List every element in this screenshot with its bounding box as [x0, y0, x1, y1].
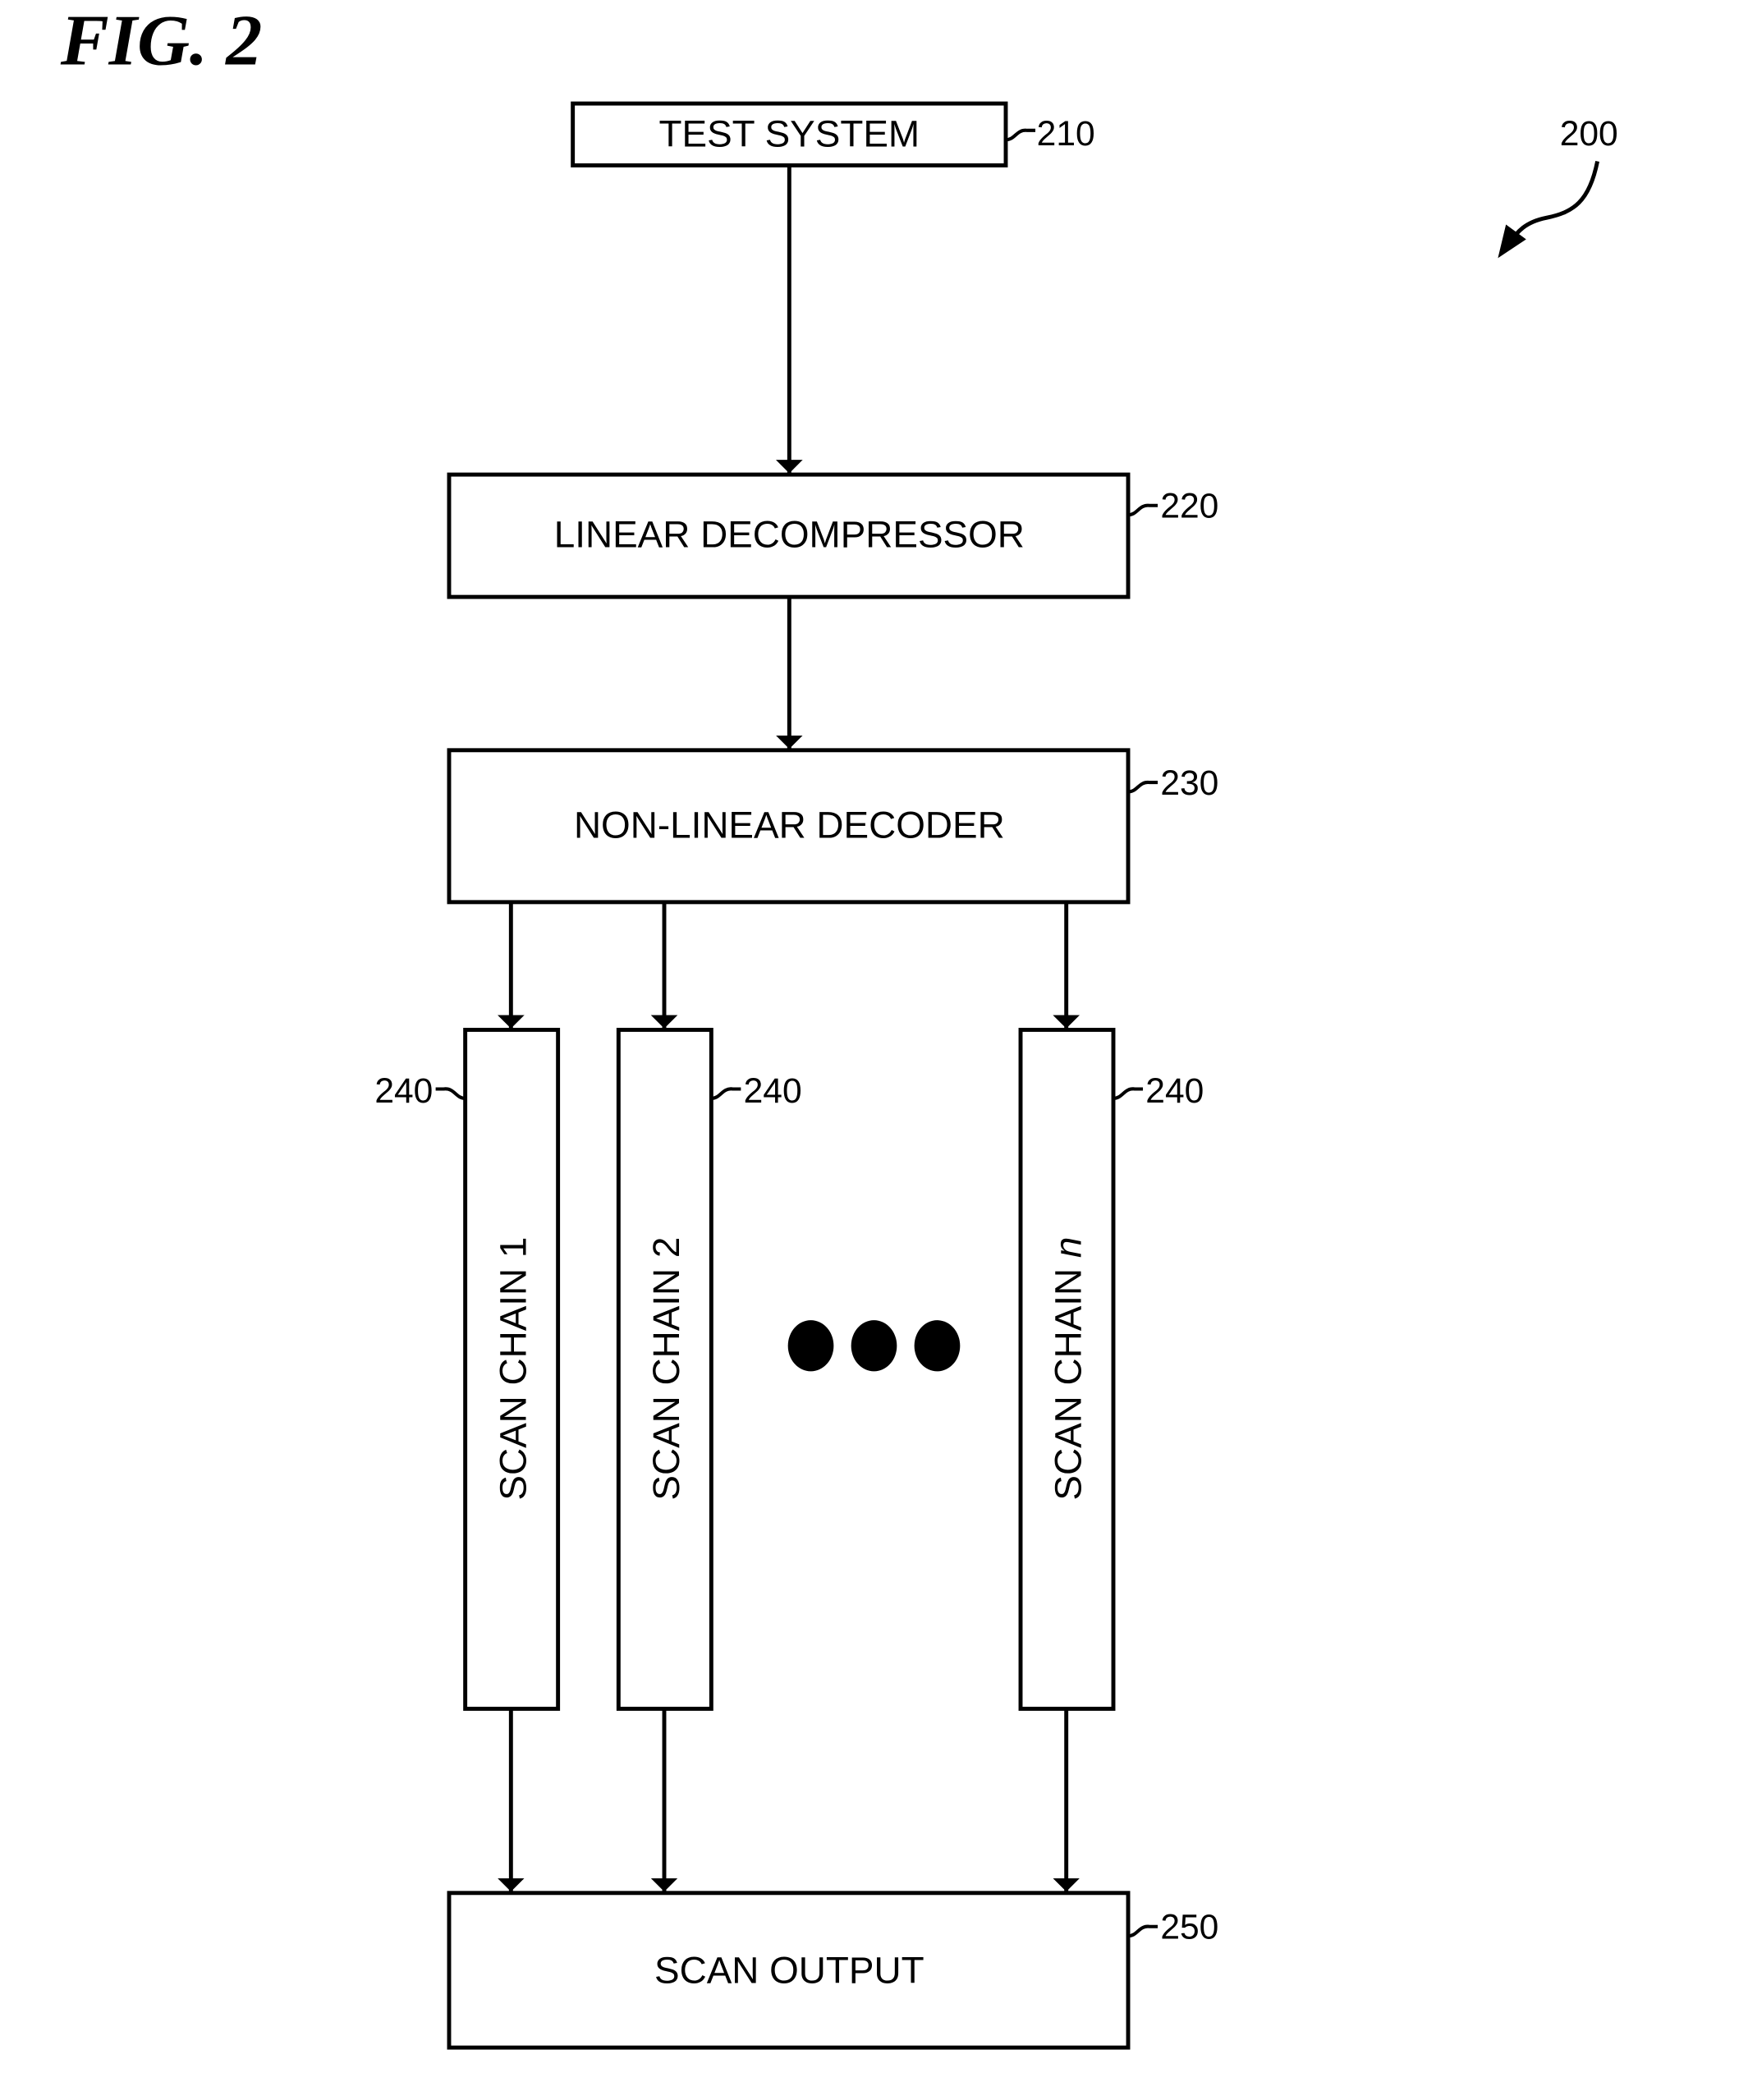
scan-chain-n-label-index: n	[1047, 1237, 1090, 1258]
figure-ref-label: 200	[1560, 114, 1618, 154]
test-system-label: TEST SYSTEM	[659, 112, 920, 155]
figure-title: FIG. 2	[60, 1, 263, 81]
scan-chain-n-label: SCAN CHAIN n	[1047, 1237, 1090, 1501]
scan-chain-1-ref: 240	[374, 1071, 433, 1111]
scan-chain-1-label-prefix: SCAN CHAIN	[491, 1258, 534, 1500]
non-linear-decoder-label: NON-LINEAR DECODER	[574, 803, 1005, 846]
ellipsis-dot	[914, 1320, 961, 1372]
ellipsis-dot	[787, 1320, 834, 1372]
scan-chain-2-label: SCAN CHAIN 2	[645, 1237, 687, 1501]
scan-chain-1-leader	[435, 1087, 466, 1101]
ellipsis-dots-icon	[787, 1320, 961, 1372]
scan-output-leader	[1127, 1924, 1158, 1938]
scan-chain-n-ref: 240	[1145, 1071, 1204, 1111]
scan-chain-n-block: SCAN CHAIN n 240	[1018, 1027, 1204, 1711]
non-linear-decoder-block: NON-LINEAR DECODER 230	[447, 748, 1218, 905]
scan-chain-2-ref: 240	[744, 1071, 802, 1111]
scan-chain-2-block: SCAN CHAIN 2 240	[616, 1027, 802, 1711]
linear-decompressor-leader	[1127, 503, 1158, 517]
ellipsis-dot	[851, 1320, 897, 1372]
test-system-leader	[1005, 128, 1036, 142]
scan-chain-2-label-index: 2	[645, 1237, 687, 1258]
scan-chain-2-label-prefix: SCAN CHAIN	[645, 1258, 687, 1500]
scan-output-label: SCAN OUTPUT	[654, 1949, 924, 1992]
non-linear-decoder-leader	[1127, 781, 1158, 794]
scan-chain-1-label-index: 1	[491, 1237, 534, 1258]
scan-chain-1-label: SCAN CHAIN 1	[491, 1237, 534, 1501]
figure-ref-leader	[1507, 161, 1599, 246]
scan-output-ref: 250	[1160, 1907, 1218, 1946]
scan-chain-1-block: SCAN CHAIN 1 240	[374, 1027, 561, 1711]
linear-decompressor-block: LINEAR DECOMPRESSOR 220	[447, 472, 1218, 599]
scan-chain-n-label-prefix: SCAN CHAIN	[1047, 1258, 1090, 1500]
block-diagram: FIG. 2 200 TEST SYSTEM 210 LINEAR DECOMP…	[60, 1, 1618, 2050]
scan-chain-n-leader	[1113, 1087, 1144, 1101]
non-linear-decoder-ref: 230	[1160, 763, 1218, 803]
test-system-block: TEST SYSTEM 210	[571, 101, 1095, 167]
linear-decompressor-ref: 220	[1160, 486, 1218, 525]
linear-decompressor-label: LINEAR DECOMPRESSOR	[554, 513, 1025, 556]
test-system-ref: 210	[1037, 114, 1095, 154]
scan-chain-2-leader	[711, 1087, 741, 1101]
scan-output-block: SCAN OUTPUT 250	[447, 1891, 1218, 2050]
